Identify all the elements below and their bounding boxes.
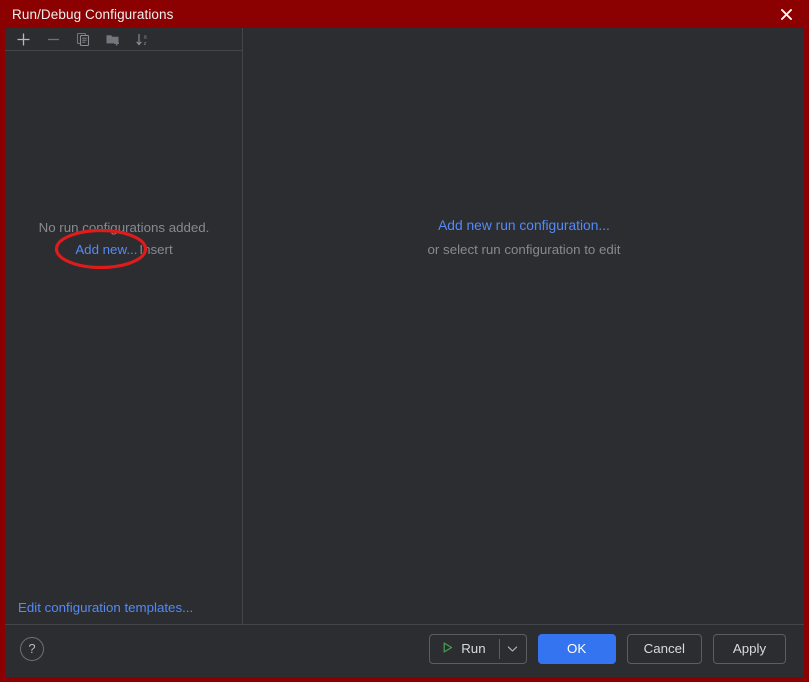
svg-text:z: z	[144, 41, 147, 47]
add-new-run-configuration-link[interactable]: Add new run configuration...	[244, 215, 804, 237]
run-split-button[interactable]: Run	[429, 633, 527, 664]
new-folder-icon[interactable]	[103, 29, 123, 49]
configurations-toolbar: a z	[5, 28, 243, 51]
play-icon	[441, 641, 454, 657]
add-icon[interactable]	[13, 29, 33, 49]
add-new-row: Add new... Insert	[5, 239, 243, 261]
sort-alphabetically-icon[interactable]: a z	[133, 29, 153, 49]
ok-button[interactable]: OK	[537, 633, 616, 664]
edit-configuration-templates-row: Edit configuration templates...	[5, 590, 243, 624]
configuration-editor-panel: Add new run configuration... or select r…	[244, 28, 804, 624]
copy-icon[interactable]	[73, 29, 93, 49]
cancel-button[interactable]: Cancel	[626, 633, 702, 664]
svg-text:a: a	[144, 34, 148, 40]
add-new-shortcut: Insert	[139, 242, 173, 257]
editor-placeholder-subtitle: or select run configuration to edit	[427, 242, 621, 257]
editor-placeholder: Add new run configuration... or select r…	[244, 215, 804, 261]
dialog-body: a z No run configurations added. Add new…	[5, 28, 804, 624]
chevron-down-icon[interactable]	[500, 635, 526, 663]
apply-button[interactable]: Apply	[713, 633, 786, 664]
run-debug-configurations-dialog: Run/Debug Configurations a z No run conf…	[0, 0, 809, 682]
close-icon[interactable]	[763, 0, 809, 28]
dialog-footer: ? Run OK Cancel Apply	[5, 624, 804, 672]
dialog-title: Run/Debug Configurations	[12, 6, 174, 22]
empty-message-text: No run configurations added.	[38, 220, 210, 235]
remove-icon[interactable]	[43, 29, 63, 49]
edit-configuration-templates-link[interactable]: Edit configuration templates...	[18, 600, 193, 615]
footer-button-row: Run OK Cancel Apply	[429, 633, 786, 664]
dialog-titlebar: Run/Debug Configurations	[0, 0, 809, 28]
empty-configurations-message: No run configurations added. Add new... I…	[5, 218, 243, 261]
add-new-link[interactable]: Add new...	[75, 242, 137, 257]
configurations-list-panel: a z No run configurations added. Add new…	[5, 28, 243, 624]
help-icon[interactable]: ?	[20, 636, 44, 661]
run-button[interactable]: Run	[430, 635, 498, 663]
run-button-label: Run	[461, 641, 486, 656]
